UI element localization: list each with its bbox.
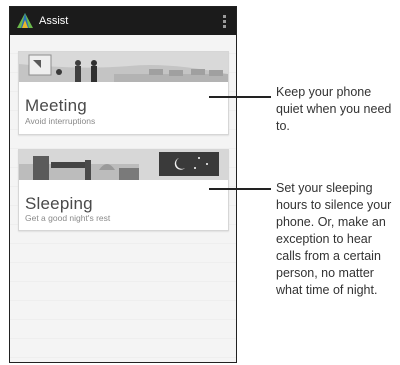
meeting-subtitle: Avoid interruptions [25,116,96,126]
sleeping-title: Sleeping [25,194,93,213]
phone-screen: Assist Meeting Avoid interruptions Sleep… [9,6,237,363]
callout-meeting: Keep your phone quiet when you need to. [276,85,392,133]
assist-list: Meeting Avoid interruptions Sleeping Get… [10,35,236,362]
app-bar: Assist [10,7,236,35]
callout-leader-meeting [209,96,271,98]
overflow-menu-icon[interactable] [223,15,227,29]
sleeping-banner-illustration [19,150,228,180]
meeting-banner-illustration [19,52,228,82]
sleeping-subtitle: Get a good night's rest [25,213,111,223]
meeting-card[interactable]: Meeting Avoid interruptions [18,51,229,135]
callout-sleeping: Set your sleeping hours to silence your … [276,181,392,297]
assist-app-icon [17,13,33,28]
sleeping-card[interactable]: Sleeping Get a good night's rest [18,149,229,231]
meeting-title: Meeting [25,96,87,115]
app-title: Assist [39,15,69,27]
callout-leader-sleeping [209,188,271,190]
